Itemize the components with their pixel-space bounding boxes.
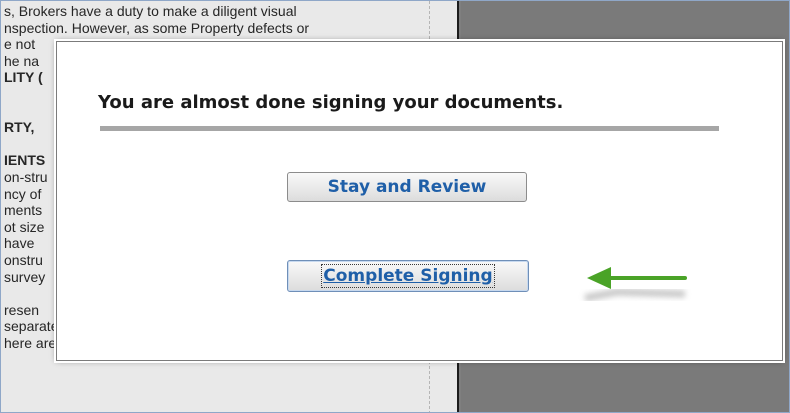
dialog-title: You are almost done signing your documen… bbox=[98, 92, 564, 113]
stay-and-review-button[interactable]: Stay and Review bbox=[287, 172, 527, 202]
arrow-left-icon bbox=[584, 267, 687, 302]
screen: s, Brokers have a duty to make a diligen… bbox=[0, 0, 790, 413]
document-line: nspection. However, as some Property def… bbox=[4, 19, 310, 36]
complete-signing-label: Complete Signing bbox=[321, 264, 495, 288]
stay-and-review-label: Stay and Review bbox=[327, 177, 487, 197]
signing-dialog: You are almost done signing your documen… bbox=[56, 41, 783, 361]
dialog-divider bbox=[100, 126, 719, 131]
complete-signing-button[interactable]: Complete Signing bbox=[287, 260, 529, 292]
document-line: s, Brokers have a duty to make a diligen… bbox=[4, 3, 297, 19]
